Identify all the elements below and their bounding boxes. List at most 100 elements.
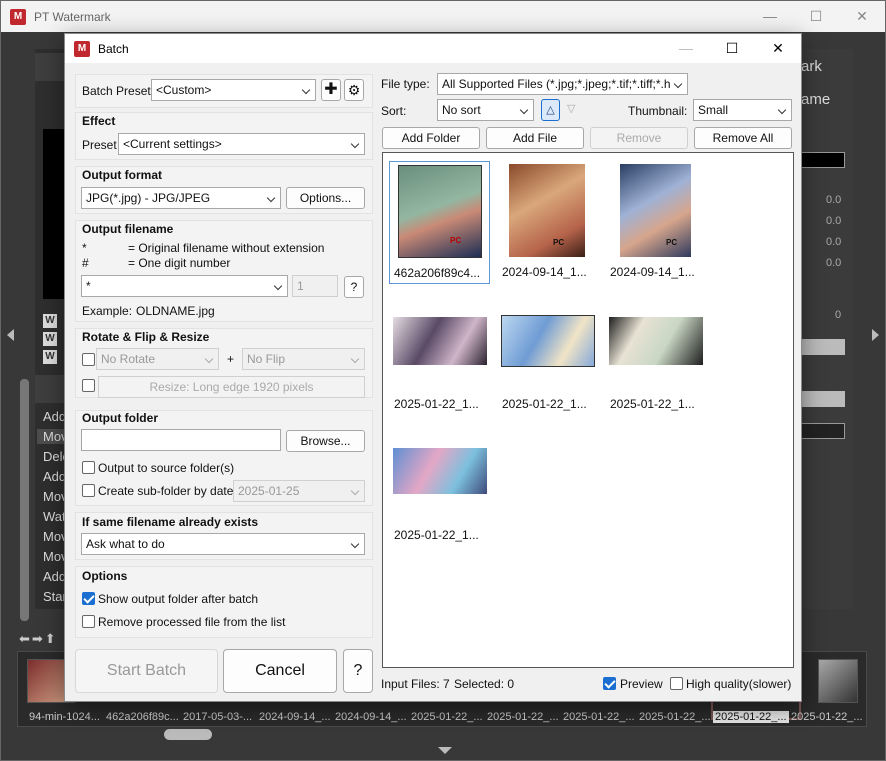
watermark-icon[interactable]: W xyxy=(43,332,57,346)
collapse-left-icon[interactable] xyxy=(7,329,14,341)
cancel-button[interactable]: Cancel xyxy=(223,649,337,693)
file-tile[interactable]: 2025-01-22_1... xyxy=(609,317,709,411)
filename-help-button[interactable]: ? xyxy=(344,276,364,298)
history-item[interactable]: Add xyxy=(43,569,66,584)
file-name: 2025-01-22_1... xyxy=(610,397,695,411)
history-scrollbar[interactable] xyxy=(20,379,29,621)
high-quality-checkbox[interactable] xyxy=(670,677,683,690)
main-titlebar: M PT Watermark — ☐ ✕ xyxy=(1,1,885,32)
watermark-icon[interactable]: W xyxy=(43,314,57,328)
thumbnail-size-select[interactable]: Small xyxy=(693,99,792,121)
thumbnail-label: Thumbnail: xyxy=(628,104,688,118)
rotate-title: Rotate & Flip & Resize xyxy=(82,330,210,344)
format-options-button[interactable]: Options... xyxy=(286,187,365,209)
watermark-text: PC xyxy=(553,238,565,247)
digits-input[interactable]: 1 xyxy=(292,275,338,297)
remove-button[interactable]: Remove xyxy=(590,127,688,149)
batch-dialog: M Batch — ☐ ✕ Batch Preset <Custom> ✚ ⚙ … xyxy=(64,33,802,702)
collapse-bottom-icon[interactable] xyxy=(438,747,452,754)
sort-select[interactable]: No sort xyxy=(437,99,534,121)
batch-preset-select[interactable]: <Custom> xyxy=(151,79,316,101)
output-to-source-checkbox[interactable] xyxy=(82,461,95,474)
history-item[interactable]: Wat xyxy=(43,509,66,524)
film-label[interactable]: 2024-09-14_... xyxy=(335,711,407,723)
dialog-title: Batch xyxy=(98,41,129,56)
start-batch-button[interactable]: Start Batch xyxy=(75,649,218,693)
history-item[interactable]: Add xyxy=(43,409,66,424)
setting-value: 0.0 xyxy=(826,257,842,269)
file-tile[interactable]: 2025-01-22_1... xyxy=(393,317,493,411)
resize-button[interactable]: Resize: Long edge 1920 pixels xyxy=(98,376,365,398)
film-label[interactable]: 2025-01-22_... xyxy=(791,711,863,723)
file-tile-selected[interactable]: PC 462a206f89c4... xyxy=(389,161,490,284)
close-icon[interactable]: ✕ xyxy=(755,34,801,63)
example-value: OLDNAME.jpg xyxy=(136,304,215,318)
film-label[interactable]: 94-min-1024... xyxy=(29,711,100,723)
film-label[interactable]: 2025-01-22_... xyxy=(639,711,711,723)
color-swatch[interactable] xyxy=(801,152,845,168)
film-label[interactable]: 2024-09-14_... xyxy=(259,711,331,723)
minimize-icon[interactable]: — xyxy=(747,1,793,32)
output-folder-input[interactable] xyxy=(81,429,281,451)
subfolder-date-select[interactable]: 2025-01-25 xyxy=(233,480,365,502)
file-type-select[interactable]: All Supported Files (*.jpg;*.jpeg;*.tif;… xyxy=(437,73,688,95)
right-panel-title2: ame xyxy=(801,91,831,108)
film-label[interactable]: 2025-01-22_... xyxy=(563,711,635,723)
film-label[interactable]: 2025-01-22_... xyxy=(487,711,559,723)
add-folder-button[interactable]: Add Folder xyxy=(382,127,480,149)
remove-all-button[interactable]: Remove All xyxy=(694,127,792,149)
setting-value: 0.0 xyxy=(826,236,842,248)
effect-preset-select[interactable]: <Current settings> xyxy=(118,133,365,155)
dialog-logo-icon: M xyxy=(74,40,90,57)
file-tile[interactable]: PC 2024-09-14_1... xyxy=(501,164,601,284)
same-filename-select[interactable]: Ask what to do xyxy=(81,533,365,555)
resize-checkbox[interactable] xyxy=(82,379,95,392)
filename-pattern-select[interactable]: * xyxy=(81,275,288,297)
close-icon[interactable]: ✕ xyxy=(839,1,885,32)
film-thumb[interactable] xyxy=(818,659,858,703)
output-format-select[interactable]: JPG(*.jpg) - JPG/JPEG xyxy=(81,187,281,209)
show-folder-checkbox[interactable] xyxy=(82,592,95,605)
preview-checkbox[interactable] xyxy=(603,677,616,690)
output-filename-title: Output filename xyxy=(82,222,174,236)
rotate-checkbox[interactable] xyxy=(82,353,95,366)
maximize-icon[interactable]: ☐ xyxy=(793,1,839,32)
file-type-label: File type: xyxy=(381,77,430,91)
minimize-icon[interactable]: — xyxy=(663,34,709,63)
slider-track[interactable] xyxy=(801,391,845,407)
file-tile[interactable]: 2025-01-22_1... xyxy=(393,448,493,542)
file-thumbnail xyxy=(393,317,487,365)
film-label[interactable]: 462a206f89c... xyxy=(106,711,179,723)
file-tile[interactable]: 2025-01-22_1... xyxy=(501,315,601,411)
add-preset-button[interactable]: ✚ xyxy=(321,79,341,101)
slider-track[interactable] xyxy=(801,339,845,355)
filmstrip-scrollbar[interactable] xyxy=(164,729,212,740)
file-thumbnail: PC xyxy=(398,165,482,258)
film-label[interactable]: 2017-05-03-... xyxy=(183,711,252,723)
history-item[interactable]: Add xyxy=(43,469,66,484)
file-name: 2024-09-14_1... xyxy=(610,265,695,279)
text-box[interactable] xyxy=(801,423,845,439)
film-label-selected[interactable]: 2025-01-22_... xyxy=(713,711,789,723)
file-list[interactable]: PC 462a206f89c4... PC 2024-09-14_1... PC… xyxy=(382,152,794,668)
watermark-icon[interactable]: W xyxy=(43,350,57,364)
help-button[interactable]: ? xyxy=(343,649,373,693)
file-name: 462a206f89c4... xyxy=(394,266,481,280)
browse-button[interactable]: Browse... xyxy=(286,430,365,452)
legend-key: * xyxy=(82,241,87,255)
setting-value: 0 xyxy=(835,309,842,321)
maximize-icon[interactable]: ☐ xyxy=(709,34,755,63)
collapse-right-icon[interactable] xyxy=(872,329,879,341)
file-tile[interactable]: PC 2024-09-14_1... xyxy=(610,164,710,284)
example-label: Example: xyxy=(82,304,133,318)
nav-arrows[interactable]: ⬅➡⬆ xyxy=(19,631,58,647)
remove-processed-checkbox[interactable] xyxy=(82,615,95,628)
preset-settings-icon[interactable]: ⚙ xyxy=(344,79,364,101)
rotate-select[interactable]: No Rotate xyxy=(96,348,219,370)
flip-select[interactable]: No Flip xyxy=(242,348,365,370)
film-label[interactable]: 2025-01-22_... xyxy=(411,711,483,723)
sort-descending-icon[interactable]: ▽ xyxy=(567,102,575,115)
subfolder-checkbox[interactable] xyxy=(82,484,95,497)
add-file-button[interactable]: Add File xyxy=(486,127,584,149)
sort-ascending-icon[interactable]: △ xyxy=(541,99,560,121)
